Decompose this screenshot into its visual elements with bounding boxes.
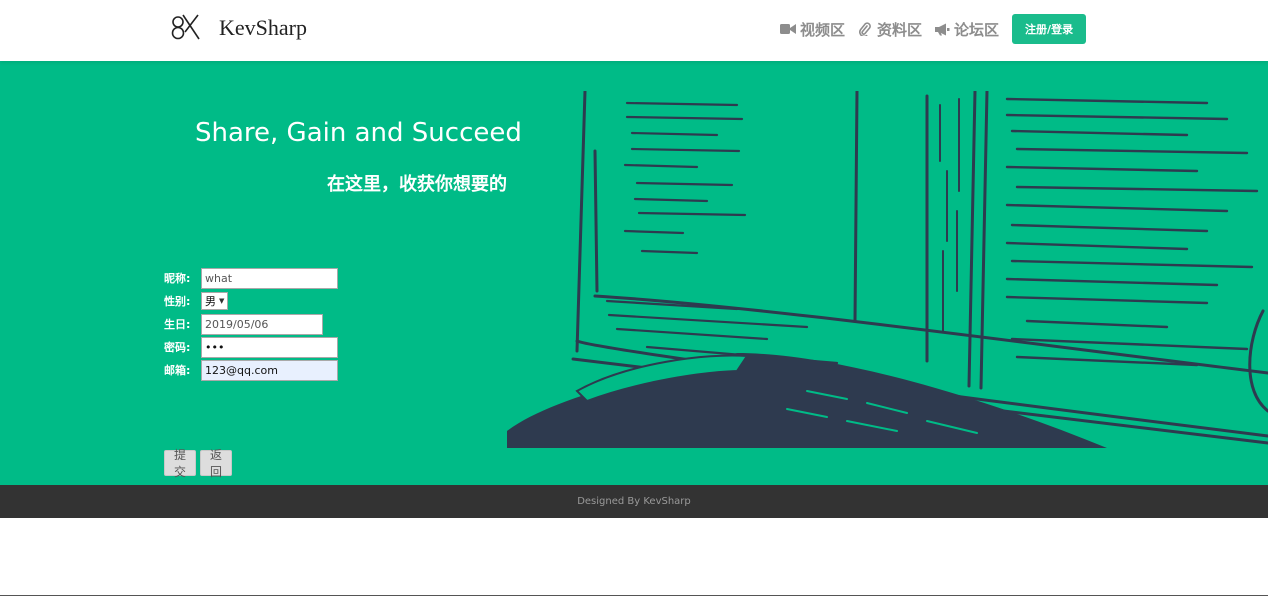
nav-item-forum[interactable]: 论坛区 bbox=[934, 14, 999, 44]
nickname-input[interactable]: what bbox=[201, 267, 338, 289]
nav-item-resources[interactable]: 资料区 bbox=[857, 14, 922, 44]
password-label: 密码: bbox=[164, 341, 191, 354]
brand-logo-icon[interactable] bbox=[169, 12, 203, 42]
paperclip-icon bbox=[857, 22, 873, 36]
birthday-input[interactable]: 2019/05/06 bbox=[201, 313, 323, 335]
nav-item-video[interactable]: 视频区 bbox=[780, 14, 845, 44]
hero-subtitle: 在这里，收获你想要的 bbox=[327, 174, 507, 195]
gender-selected-value: 男 bbox=[205, 295, 216, 308]
form-actions: 提交 返回 bbox=[164, 448, 233, 479]
hero-title: Share, Gain and Succeed bbox=[195, 118, 522, 148]
nickname-label: 昵称: bbox=[164, 272, 191, 285]
gender-label: 性别: bbox=[164, 295, 191, 308]
register-login-button[interactable]: 注册/登录 bbox=[1012, 14, 1087, 44]
submit-button[interactable]: 提交 bbox=[164, 448, 197, 479]
bullhorn-icon bbox=[934, 22, 950, 36]
footer-credit: Designed By KevSharp bbox=[577, 496, 691, 507]
form-row-birthday: 生日: 2019/05/06 bbox=[164, 313, 323, 335]
gender-select[interactable]: 男 ▼ bbox=[201, 292, 229, 310]
form-row-password: 密码: ••• bbox=[164, 336, 338, 358]
form-row-nickname: 昵称: what bbox=[164, 267, 338, 289]
birthday-label: 生日: bbox=[164, 318, 191, 331]
back-button[interactable]: 返回 bbox=[200, 448, 233, 479]
dropdown-arrow-icon: ▼ bbox=[219, 297, 225, 305]
nav-label-resources: 资料区 bbox=[877, 20, 923, 39]
hero-section: Share, Gain and Succeed 在这里，收获你想要的 昵称: w… bbox=[0, 61, 1268, 485]
page-footer: Designed By KevSharp bbox=[0, 485, 1268, 518]
password-input[interactable]: ••• bbox=[201, 336, 338, 358]
email-input[interactable]: 123@qq.com bbox=[201, 359, 338, 381]
video-icon bbox=[780, 22, 796, 36]
laptop-code-illustration bbox=[507, 91, 1268, 448]
nav-label-forum: 论坛区 bbox=[954, 20, 1000, 39]
form-row-email: 邮箱: 123@qq.com bbox=[164, 359, 338, 381]
form-row-gender: 性别: 男 ▼ bbox=[164, 290, 229, 312]
email-label: 邮箱: bbox=[164, 364, 191, 377]
main-nav: 视频区 资料区 论坛区 注册/登录 bbox=[780, 14, 1087, 44]
bottom-divider bbox=[0, 595, 1268, 596]
nav-label-video: 视频区 bbox=[800, 20, 846, 39]
brand-name[interactable]: KevSharp bbox=[219, 15, 307, 41]
top-navbar: KevSharp 视频区 资料区 论坛区 注册/登录 bbox=[0, 0, 1268, 61]
